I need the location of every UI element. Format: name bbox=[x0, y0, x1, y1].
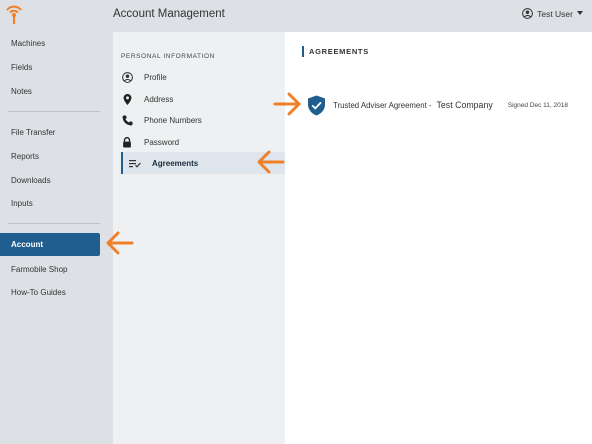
lock-icon bbox=[121, 136, 133, 148]
sidebar: Machines Fields Notes File Transfer Repo… bbox=[0, 32, 113, 444]
arrow-right-icon bbox=[273, 92, 301, 116]
user-menu[interactable]: Test User bbox=[522, 8, 583, 19]
agreement-signed-date: Signed Dec 11, 2018 bbox=[507, 101, 568, 109]
sidebar-item-reports[interactable]: Reports bbox=[11, 152, 39, 161]
user-circle-icon bbox=[522, 8, 533, 19]
sidebar-item-fields[interactable]: Fields bbox=[11, 63, 32, 72]
agreement-company: Test Company bbox=[436, 100, 493, 110]
account-submenu: PERSONAL INFORMATION Profile Address Pho… bbox=[113, 32, 287, 444]
submenu-item-label: Address bbox=[144, 94, 174, 104]
submenu-item-label: Profile bbox=[144, 72, 167, 82]
submenu-item-label: Phone Numbers bbox=[144, 115, 202, 125]
sidebar-item-farmobile-shop[interactable]: Farmobile Shop bbox=[11, 265, 67, 274]
sidebar-item-label: Account bbox=[11, 240, 43, 249]
agreements-panel: AGREEMENTS Trusted Adviser Agreement - T… bbox=[285, 32, 592, 444]
sidebar-divider bbox=[8, 223, 100, 224]
submenu-item-label: Password bbox=[144, 137, 180, 147]
submenu-item-phone-numbers[interactable]: Phone Numbers bbox=[121, 110, 283, 130]
sidebar-item-how-to-guides[interactable]: How-To Guides bbox=[11, 288, 66, 297]
agreement-name: Trusted Adviser Agreement - bbox=[333, 100, 432, 110]
signal-antenna-logo-icon[interactable] bbox=[5, 3, 23, 25]
top-bar: Account Management Test User bbox=[0, 0, 592, 32]
section-label: PERSONAL INFORMATION bbox=[121, 53, 215, 60]
list-check-icon bbox=[129, 157, 141, 169]
user-name: Test User bbox=[537, 8, 573, 19]
sidebar-item-inputs[interactable]: Inputs bbox=[11, 199, 33, 208]
sidebar-item-notes[interactable]: Notes bbox=[11, 87, 32, 96]
agreement-row[interactable]: Trusted Adviser Agreement - Test Company… bbox=[307, 93, 587, 117]
sidebar-item-downloads[interactable]: Downloads bbox=[11, 176, 51, 185]
user-circle-icon bbox=[121, 71, 133, 83]
page-title: Account Management bbox=[113, 8, 225, 20]
submenu-item-profile[interactable]: Profile bbox=[121, 67, 283, 87]
section-heading: AGREEMENTS bbox=[302, 46, 369, 57]
arrow-left-icon bbox=[257, 150, 285, 174]
sidebar-item-file-transfer[interactable]: File Transfer bbox=[11, 128, 55, 137]
sidebar-item-machines[interactable]: Machines bbox=[11, 39, 45, 48]
shield-check-icon bbox=[308, 95, 325, 115]
arrow-left-icon bbox=[106, 231, 134, 255]
submenu-item-label: Agreements bbox=[152, 158, 199, 168]
submenu-item-address[interactable]: Address bbox=[121, 89, 283, 109]
sidebar-divider bbox=[8, 111, 100, 112]
map-pin-icon bbox=[121, 93, 133, 105]
phone-icon bbox=[121, 114, 133, 126]
sidebar-item-account[interactable]: Account bbox=[0, 233, 100, 256]
caret-down-icon bbox=[577, 11, 583, 15]
